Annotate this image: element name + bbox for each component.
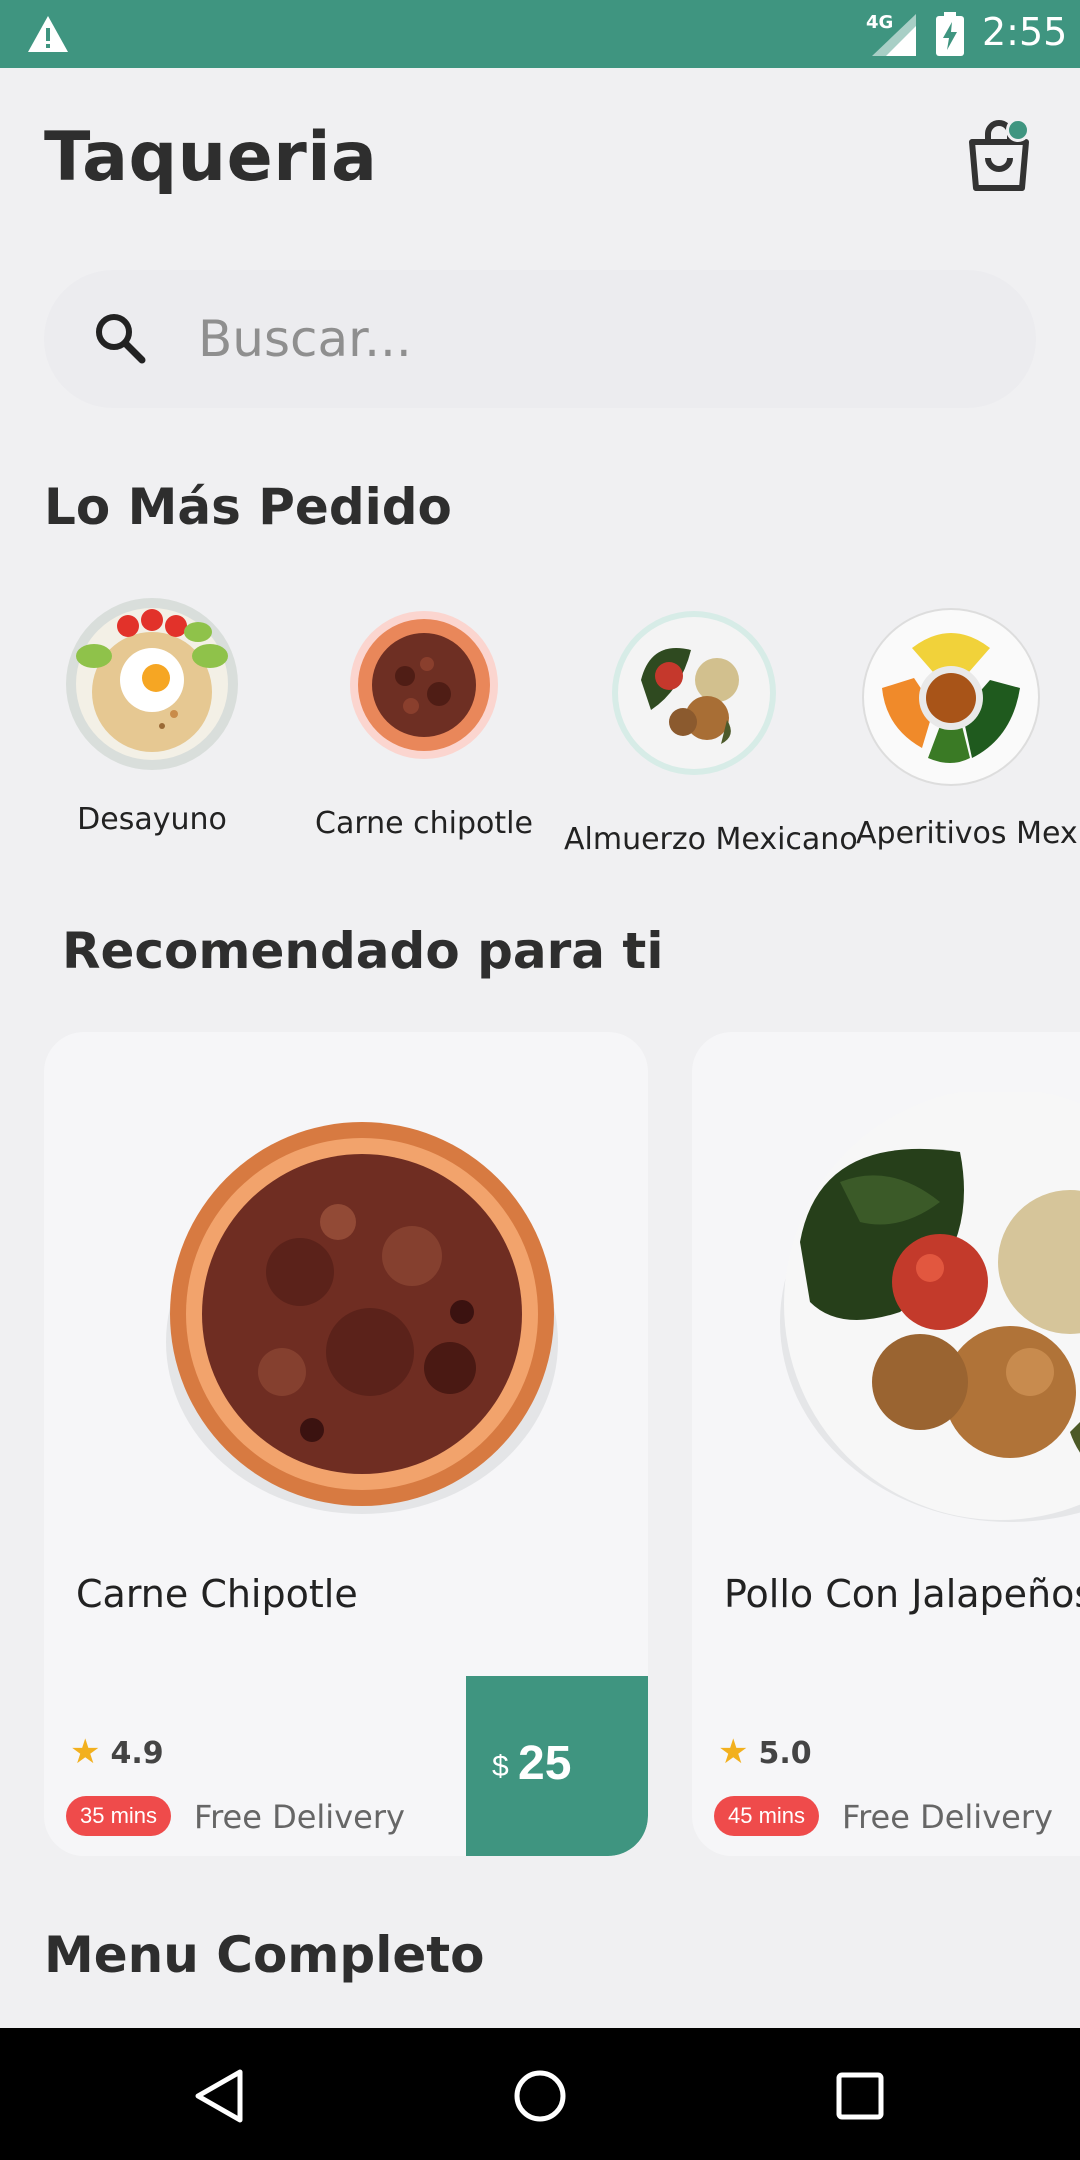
- recents-icon[interactable]: [830, 2066, 890, 2126]
- delivery-time-badge: 45 mins: [714, 1796, 820, 1836]
- recommended-section-title: Recomendado para ti: [62, 922, 664, 980]
- warning-icon: [28, 16, 68, 52]
- cart-button[interactable]: [962, 116, 1036, 196]
- back-icon[interactable]: [190, 2066, 250, 2126]
- category-label: Almuerzo Mexicano: [564, 822, 858, 857]
- carne-chipotle-image: [349, 610, 499, 760]
- delivery-info: Free Delivery: [194, 1798, 405, 1836]
- almuerzo-mexicano-image: [611, 610, 777, 776]
- status-bar: 4G 2:55: [0, 0, 1080, 68]
- rating: ★ 5.0: [718, 1732, 812, 1772]
- menu-section-title: Menu Completo: [44, 1926, 485, 1984]
- category-item[interactable]: Carne chipotle: [294, 596, 554, 841]
- app-title: Taqueria: [44, 118, 378, 197]
- battery-charging-icon: [936, 12, 964, 56]
- rating: ★ 4.9: [70, 1732, 164, 1772]
- popular-section-title: Lo Más Pedido: [44, 478, 452, 536]
- home-icon[interactable]: [510, 2066, 570, 2126]
- price-amount: 25: [518, 1737, 572, 1790]
- aperitivos-mexicanos-image: [862, 608, 1040, 786]
- search-input[interactable]: [198, 300, 978, 378]
- cart-notification-dot: [1006, 118, 1030, 142]
- rating-value: 5.0: [758, 1736, 812, 1771]
- food-name: Pollo Con Jalapeños: [724, 1572, 1080, 1616]
- category-label: Aperitivos Mexican: [856, 816, 1080, 851]
- price-button[interactable]: $ 25: [466, 1676, 648, 1856]
- category-item[interactable]: Almuerzo Mexicano: [564, 596, 858, 857]
- signal-icon: [872, 14, 916, 56]
- star-icon: ★: [70, 1732, 101, 1772]
- search-bar[interactable]: [44, 270, 1036, 408]
- food-card[interactable]: Carne Chipotle ★ 4.9 35 mins Free Deliver…: [44, 1032, 648, 1856]
- food-name: Carne Chipotle: [76, 1572, 358, 1616]
- pollo-jalapenos-photo: [780, 1092, 1080, 1522]
- desayuno-image: [64, 596, 240, 772]
- system-navigation-bar: [0, 2028, 1080, 2160]
- delivery-info: Free Delivery: [842, 1798, 1053, 1836]
- currency-symbol: $: [492, 1750, 509, 1783]
- delivery-time-badge: 35 mins: [66, 1796, 172, 1836]
- category-label: Desayuno: [77, 802, 227, 837]
- search-icon: [96, 314, 146, 364]
- category-item[interactable]: Aperitivos Mexican: [820, 596, 1080, 851]
- rating-value: 4.9: [110, 1736, 164, 1771]
- carne-chipotle-photo: [166, 1122, 558, 1514]
- food-card[interactable]: Pollo Con Jalapeños ★ 5.0 45 mins Free De…: [692, 1032, 1080, 1856]
- category-item[interactable]: Desayuno: [22, 596, 282, 837]
- clock: 2:55: [982, 10, 1068, 54]
- category-label: Carne chipotle: [315, 806, 533, 841]
- star-icon: ★: [718, 1732, 749, 1772]
